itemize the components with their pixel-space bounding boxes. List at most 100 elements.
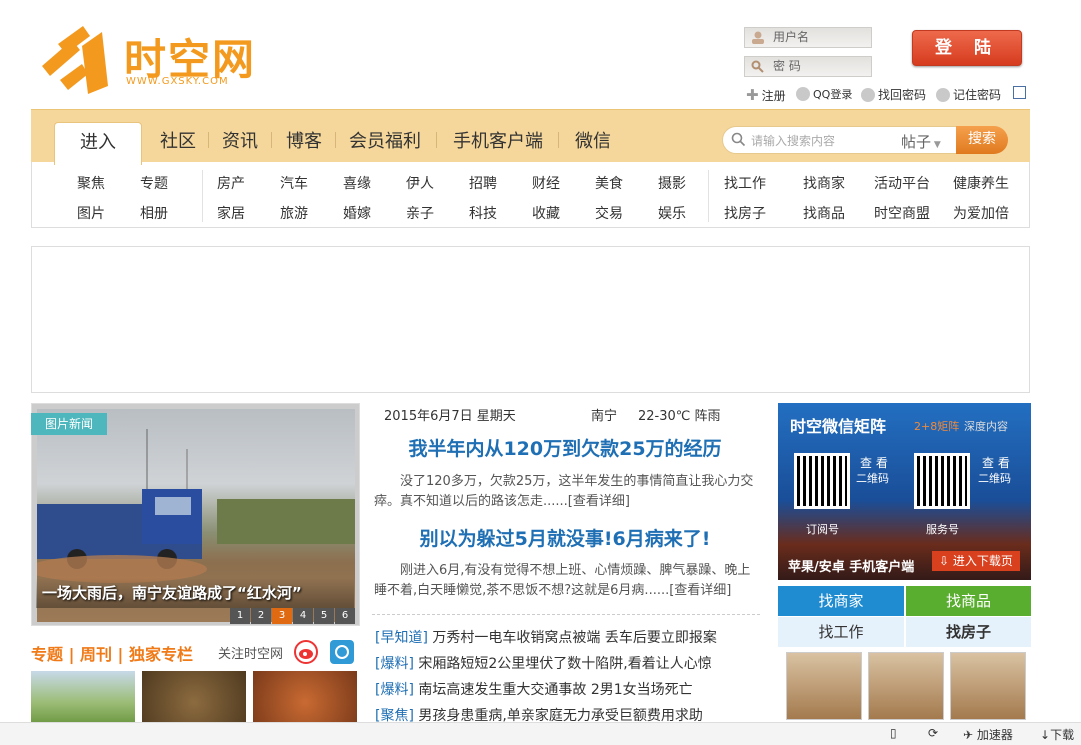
headline-title[interactable]: 别以为躲过5月就没事!6月病来了! <box>376 524 754 551</box>
news-text[interactable]: 南坛高速发生重大交通事故 2男1女当场死亡 <box>418 682 692 698</box>
subnav-link[interactable]: 活动平台 <box>874 173 930 193</box>
wechat-deep: 深度内容 <box>964 420 1008 433</box>
find-password-link[interactable]: 找回密码 <box>861 86 926 103</box>
nav-divider <box>436 132 437 148</box>
wechat-title: 时空微信矩阵 <box>790 417 887 436</box>
column-thumbnail[interactable] <box>31 671 135 723</box>
subnav-link[interactable]: 收藏 <box>532 203 560 223</box>
mobile-icon[interactable]: ▯ <box>890 726 897 740</box>
news-text[interactable]: 宋厢路短短2公里埋伏了数十陷阱,看着让人心惊 <box>418 656 711 672</box>
remember-checkbox[interactable] <box>1013 86 1026 99</box>
news-tag[interactable]: [爆料] <box>375 682 414 698</box>
subnav-link[interactable]: 亲子 <box>406 203 434 223</box>
house-thumbnail[interactable] <box>950 652 1026 720</box>
headline-summary: 刚进入6月,有没有觉得不想上班、心情烦躁、脾气暴躁、晚上睡不着,白天睡懒觉,茶不… <box>374 561 754 601</box>
subnav-link[interactable]: 汽车 <box>280 173 308 193</box>
nav-divider <box>271 132 272 148</box>
weibo-icon[interactable] <box>294 640 318 664</box>
username-placeholder: 用户名 <box>773 30 810 44</box>
question-icon <box>861 87 875 102</box>
subnav-link[interactable]: 找工作 <box>724 173 766 193</box>
subnav-link[interactable]: 家居 <box>217 203 245 223</box>
service-label: 服务号 <box>926 523 959 536</box>
subnav-link[interactable]: 财经 <box>532 173 560 193</box>
subnav-link[interactable]: 找商品 <box>803 203 845 223</box>
subnav-link[interactable]: 招聘 <box>469 173 497 193</box>
subnav-link[interactable]: 找房子 <box>724 203 766 223</box>
user-icon <box>751 31 765 44</box>
house-thumbnail[interactable] <box>786 652 862 720</box>
news-item[interactable]: [爆料] 宋厢路短短2公里埋伏了数十陷阱,看着让人心惊 <box>375 653 712 673</box>
tab-community[interactable]: 社区 <box>152 122 204 165</box>
slider-page-2[interactable]: 2 <box>251 608 271 624</box>
search-button[interactable]: 搜索 <box>956 126 1008 154</box>
subnav-link[interactable]: 婚嫁 <box>343 203 371 223</box>
subnav-link[interactable]: 图片 <box>77 203 105 223</box>
find-house-tab[interactable]: 找房子 <box>906 617 1031 647</box>
download-button[interactable]: ↓下载 <box>1040 726 1074 743</box>
subnav-link[interactable]: 找商家 <box>803 173 845 193</box>
find-merchant-button[interactable]: 找商家 <box>778 586 904 616</box>
subnav-link[interactable]: 交易 <box>595 203 623 223</box>
qq-login-link[interactable]: QQ登录 <box>796 86 852 102</box>
slider-page-6[interactable]: 6 <box>335 608 355 624</box>
current-date: 2015年6月7日 星期天 <box>384 409 516 424</box>
subnav-link[interactable]: 聚焦 <box>77 173 105 193</box>
subnav-link[interactable]: 旅游 <box>280 203 308 223</box>
tab-member-benefits[interactable]: 会员福利 <box>341 122 429 165</box>
subnav-divider <box>708 170 709 222</box>
column-thumbnail[interactable] <box>253 671 357 723</box>
subnav-link[interactable]: 房产 <box>217 173 245 193</box>
password-input[interactable]: 密 码 <box>744 56 872 77</box>
news-tag[interactable]: [早知道] <box>375 630 428 646</box>
tab-news[interactable]: 资讯 <box>214 122 266 165</box>
subscription-label: 订阅号 <box>806 523 839 536</box>
find-product-button[interactable]: 找商品 <box>906 586 1031 616</box>
site-logo[interactable]: 时空网 WWW.GXSKY.COM <box>38 24 268 96</box>
tab-mobile-app[interactable]: 手机客户端 <box>445 122 551 165</box>
slider-page-5[interactable]: 5 <box>314 608 334 624</box>
subnav-link[interactable]: 时空商盟 <box>874 203 930 223</box>
columns-title[interactable]: 专题 | 周刊 | 独家专栏 <box>31 641 193 665</box>
subnav-link[interactable]: 专题 <box>140 173 168 193</box>
download-page-button[interactable]: ⇩ 进入下载页 <box>932 551 1020 571</box>
tab-wechat[interactable]: 微信 <box>567 122 619 165</box>
slider-page-3[interactable]: 3 <box>272 608 292 624</box>
login-button[interactable]: 登 陆 <box>912 30 1022 66</box>
news-item[interactable]: [早知道] 万秀村一电车收销窝点被端 丢车后要立即报案 <box>375 627 717 647</box>
subnav-link[interactable]: 相册 <box>140 203 168 223</box>
photo-news-badge: 图片新闻 <box>31 413 107 435</box>
news-item[interactable]: [爆料] 南坛高速发生重大交通事故 2男1女当场死亡 <box>375 679 693 699</box>
subnav-link[interactable]: 美食 <box>595 173 623 193</box>
subnav-link[interactable]: 喜缘 <box>343 173 371 193</box>
refresh-icon[interactable]: ⟳ <box>928 726 938 740</box>
slider-page-4[interactable]: 4 <box>293 608 313 624</box>
username-input[interactable]: 用户名 <box>744 27 872 48</box>
subnav-link[interactable]: 摄影 <box>658 173 686 193</box>
view-detail-link[interactable]: [查看详细] <box>568 494 630 509</box>
headline-title[interactable]: 我半年内从120万到欠款25万的经历 <box>376 434 754 461</box>
subnav-link[interactable]: 健康养生 <box>953 173 1009 193</box>
chevron-down-icon: ▼ <box>931 140 941 150</box>
find-job-tab[interactable]: 找工作 <box>778 617 904 647</box>
column-thumbnail[interactable] <box>142 671 246 723</box>
subnav-link[interactable]: 伊人 <box>406 173 434 193</box>
news-tag[interactable]: [爆料] <box>375 656 414 672</box>
subnav-link[interactable]: 娱乐 <box>658 203 686 223</box>
house-thumbnail[interactable] <box>868 652 944 720</box>
find-password-label: 找回密码 <box>878 88 927 102</box>
tencent-weibo-icon[interactable] <box>330 640 354 664</box>
slider-page-1[interactable]: 1 <box>230 608 250 624</box>
tab-enter[interactable]: 进入 <box>54 122 142 165</box>
wechat-matrix-panel[interactable]: 时空微信矩阵 2+8矩阵 深度内容 查 看 二维码 查 看 二维码 订阅号 服务… <box>778 403 1031 580</box>
divider <box>372 614 760 615</box>
subnav-link[interactable]: 科技 <box>469 203 497 223</box>
register-link[interactable]: ✚ 注册 <box>746 86 786 104</box>
view-detail-link[interactable]: [查看详细] <box>669 583 731 598</box>
news-text[interactable]: 万秀村一电车收销窝点被端 丢车后要立即报案 <box>432 630 716 646</box>
search-scope-select[interactable]: 帖子 ▼ <box>901 131 941 152</box>
photo-news-caption[interactable]: 一场大雨后，南宁友谊路成了“红水河” <box>36 578 354 608</box>
accelerator-button[interactable]: ✈ 加速器 <box>963 726 1013 743</box>
tab-blog[interactable]: 博客 <box>278 122 330 165</box>
subnav-link[interactable]: 为爱加倍 <box>953 203 1009 223</box>
